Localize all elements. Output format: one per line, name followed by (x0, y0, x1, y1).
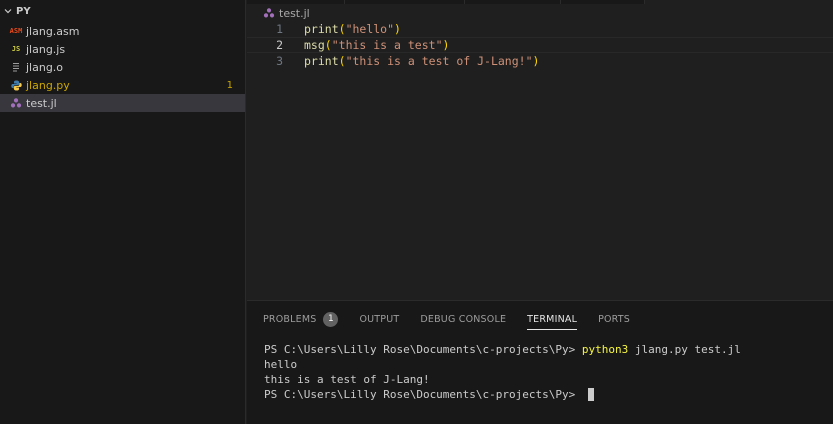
terminal-command-line: PS C:\Users\Lilly Rose\Documents\c-proje… (264, 342, 741, 357)
python-file-icon (10, 79, 22, 91)
panel-tab-label: PROBLEMS (263, 313, 317, 325)
explorer-sidebar: PY ASM jlang.asm JS jlang.js jlang.o jlang.py… (0, 0, 246, 424)
panel-tab-problems[interactable]: PROBLEMS 1 (263, 309, 339, 329)
terminal-prompt: PS C:\Users\Lilly Rose\Documents\c-proje… (264, 343, 582, 356)
terminal-prompt: PS C:\Users\Lilly Rose\Documents\c-proje… (264, 388, 582, 401)
panel-tab-debug-console[interactable]: DEBUG CONSOLE (420, 309, 506, 329)
folder-name: PY (16, 5, 31, 17)
open-paren: ( (338, 54, 346, 68)
code-line[interactable]: 3 print("this is a test of J-Lang!") (247, 53, 833, 69)
function-name: print (304, 22, 339, 36)
string-literal: "hello" (345, 22, 395, 36)
code-line[interactable]: 2 msg("this is a test") (247, 37, 833, 53)
julia-file-icon (10, 97, 22, 109)
open-paren: ( (338, 22, 346, 36)
code-line[interactable]: 1 print("hello") (247, 21, 833, 37)
asm-file-icon: ASM (9, 27, 23, 35)
panel-tab-label: DEBUG CONSOLE (420, 313, 507, 325)
problems-count-badge: 1 (323, 311, 339, 327)
file-name: jlang.py (26, 78, 70, 92)
explorer-file-item[interactable]: ASM jlang.asm (0, 22, 245, 40)
chevron-down-icon (2, 5, 14, 17)
line-number: 1 (276, 22, 283, 36)
panel-tab-output[interactable]: OUTPUT (359, 309, 399, 329)
open-paren: ( (324, 38, 332, 52)
file-name: jlang.asm (26, 24, 80, 38)
code-text: print("this is a test of J-Lang!") (304, 54, 539, 68)
panel-tab-label: TERMINAL (527, 313, 578, 325)
string-literal: "this is a test" (331, 38, 443, 52)
close-paren: ) (394, 22, 401, 36)
explorer-file-item[interactable]: jlang.py 1 (0, 76, 245, 94)
function-name: msg (304, 38, 325, 52)
folder-header-py[interactable]: PY (0, 0, 245, 22)
panel-tab-label: PORTS (598, 313, 631, 325)
file-name: test.jl (26, 96, 57, 110)
explorer-file-item[interactable]: JS jlang.js (0, 40, 245, 58)
generic-file-icon (10, 61, 22, 73)
terminal-cursor (587, 388, 594, 401)
terminal-command-exe: python3 (581, 343, 629, 356)
code-editor[interactable]: 1 print("hello") 2 msg("this is a test") 3 pr… (247, 21, 833, 69)
terminal-command-args: jlang.py test.jl (628, 343, 741, 356)
line-number: 3 (276, 54, 283, 68)
explorer-file-item[interactable]: jlang.o (0, 58, 245, 76)
js-file-icon: JS (11, 45, 21, 53)
file-name: jlang.o (26, 60, 64, 74)
panel-tabs: PROBLEMS 1 OUTPUT DEBUG CONSOLE TERMINAL PORT… (263, 309, 651, 330)
code-text: msg("this is a test") (304, 38, 449, 52)
close-paren: ) (532, 54, 540, 68)
line-number: 2 (276, 38, 283, 52)
function-name: print (304, 54, 339, 68)
panel-tab-label: OUTPUT (359, 313, 400, 325)
string-literal: "this is a test of J-Lang!" (345, 54, 533, 68)
explorer-file-item[interactable]: test.jl (0, 94, 245, 112)
file-name: jlang.js (26, 42, 66, 56)
terminal[interactable]: PS C:\Users\Lilly Rose\Documents\c-proje… (264, 342, 741, 402)
bottom-panel: PROBLEMS 1 OUTPUT DEBUG CONSOLE TERMINAL PORT… (247, 300, 833, 424)
panel-tab-ports[interactable]: PORTS (598, 309, 630, 329)
julia-file-icon (263, 7, 275, 19)
close-paren: ) (442, 38, 450, 52)
panel-tab-terminal[interactable]: TERMINAL (527, 309, 578, 330)
terminal-output-line: this is a test of J-Lang! (264, 373, 430, 386)
terminal-output-line: hello (264, 358, 298, 371)
breadcrumb[interactable]: test.jl (263, 5, 310, 21)
code-text: print("hello") (304, 22, 401, 36)
file-list: ASM jlang.asm JS jlang.js jlang.o jlang.py 1 te… (0, 22, 245, 112)
terminal-prompt-line[interactable]: PS C:\Users\Lilly Rose\Documents\c-proje… (264, 387, 741, 402)
editor-area[interactable]: test.jl 1 print("hello") 2 msg("this is a t… (247, 0, 833, 300)
tab-strip (247, 0, 833, 4)
breadcrumb-file: test.jl (279, 6, 310, 20)
problem-count-badge: 1 (226, 79, 233, 91)
